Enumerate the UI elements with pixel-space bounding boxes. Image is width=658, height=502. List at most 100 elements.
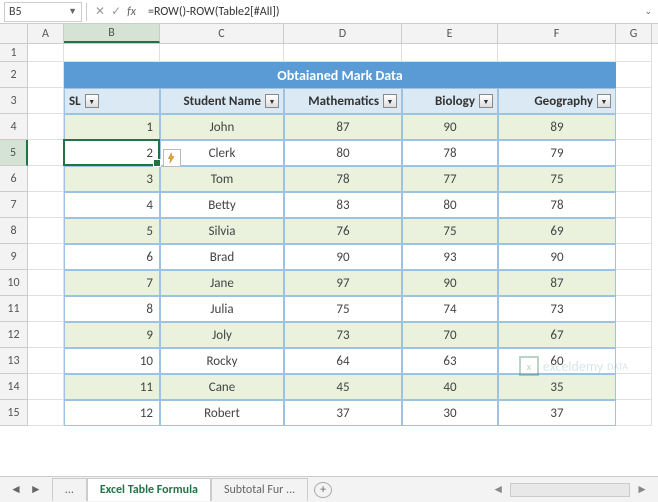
cell-A1[interactable] (28, 44, 64, 62)
cell-sl-11[interactable]: 8 (64, 296, 160, 322)
cell-G11[interactable] (616, 296, 652, 322)
row-header-7[interactable]: 7 (0, 192, 28, 218)
row-header-12[interactable]: 12 (0, 322, 28, 348)
cell-A15[interactable] (28, 400, 64, 426)
cell-bio-5[interactable]: 78 (402, 140, 498, 166)
cell-bio-6[interactable]: 77 (402, 166, 498, 192)
cell-G1[interactable] (616, 44, 652, 62)
col-header-G[interactable]: G (616, 24, 652, 43)
cell-B1[interactable] (64, 44, 160, 62)
cell-sl-5[interactable]: 2 (64, 140, 160, 166)
sheet-tab-other[interactable]: Subtotal Fur ... (211, 478, 308, 501)
col-header-B[interactable]: B (64, 24, 160, 43)
filter-dropdown-icon[interactable]: ▼ (597, 94, 611, 108)
row-header-13[interactable]: 13 (0, 348, 28, 374)
row-header-8[interactable]: 8 (0, 218, 28, 244)
cell-math-8[interactable]: 76 (284, 218, 402, 244)
cell-geo-11[interactable]: 73 (498, 296, 616, 322)
cell-A3[interactable] (28, 88, 64, 114)
select-all-corner[interactable] (0, 24, 28, 43)
cell-E1[interactable] (402, 44, 498, 62)
row-header-1[interactable]: 1 (0, 44, 28, 62)
cell-G6[interactable] (616, 166, 652, 192)
cell-name-6[interactable]: Tom (160, 166, 284, 192)
cell-geo-7[interactable]: 78 (498, 192, 616, 218)
tab-nav-next-icon[interactable]: ► (30, 482, 42, 497)
scroll-right-icon[interactable]: ► (636, 482, 648, 497)
fx-icon[interactable]: fx (127, 5, 136, 19)
cell-geo-6[interactable]: 75 (498, 166, 616, 192)
tab-ellipsis[interactable]: ... (52, 478, 87, 501)
cell-geo-14[interactable]: 35 (498, 374, 616, 400)
cell-math-9[interactable]: 90 (284, 244, 402, 270)
cell-A9[interactable] (28, 244, 64, 270)
cell-math-6[interactable]: 78 (284, 166, 402, 192)
col-header-C[interactable]: C (160, 24, 284, 43)
cell-A13[interactable] (28, 348, 64, 374)
cell-A6[interactable] (28, 166, 64, 192)
cell-name-11[interactable]: Julia (160, 296, 284, 322)
cell-G9[interactable] (616, 244, 652, 270)
cell-math-10[interactable]: 97 (284, 270, 402, 296)
name-box-dropdown-icon[interactable]: ▼ (68, 6, 77, 17)
cell-G13[interactable] (616, 348, 652, 374)
cell-math-15[interactable]: 37 (284, 400, 402, 426)
row-header-9[interactable]: 9 (0, 244, 28, 270)
row-header-4[interactable]: 4 (0, 114, 28, 140)
table-header-sl[interactable]: SL▼ (64, 88, 160, 114)
row-header-15[interactable]: 15 (0, 400, 28, 426)
cell-G3[interactable] (616, 88, 652, 114)
cell-name-9[interactable]: Brad (160, 244, 284, 270)
cell-name-14[interactable]: Cane (160, 374, 284, 400)
cell-bio-9[interactable]: 93 (402, 244, 498, 270)
cell-G5[interactable] (616, 140, 652, 166)
cell-name-13[interactable]: Rocky (160, 348, 284, 374)
cell-math-13[interactable]: 64 (284, 348, 402, 374)
cell-geo-12[interactable]: 67 (498, 322, 616, 348)
cell-bio-4[interactable]: 90 (402, 114, 498, 140)
table-header-biology[interactable]: Biology▼ (402, 88, 498, 114)
table-header-student-name[interactable]: Student Name▼ (160, 88, 284, 114)
cell-bio-11[interactable]: 74 (402, 296, 498, 322)
cell-bio-14[interactable]: 40 (402, 374, 498, 400)
expand-formula-bar-icon[interactable]: ⌄ (638, 6, 658, 17)
enter-icon[interactable]: ✓ (111, 4, 121, 19)
name-box[interactable]: B5 ▼ (4, 2, 82, 22)
cell-math-14[interactable]: 45 (284, 374, 402, 400)
cell-sl-9[interactable]: 6 (64, 244, 160, 270)
cell-geo-10[interactable]: 87 (498, 270, 616, 296)
cell-name-10[interactable]: Jane (160, 270, 284, 296)
cell-bio-13[interactable]: 63 (402, 348, 498, 374)
cell-A14[interactable] (28, 374, 64, 400)
cell-name-8[interactable]: Silvia (160, 218, 284, 244)
cell-sl-4[interactable]: 1 (64, 114, 160, 140)
cell-A12[interactable] (28, 322, 64, 348)
cell-name-12[interactable]: Joly (160, 322, 284, 348)
cell-G15[interactable] (616, 400, 652, 426)
sheet-tab-active[interactable]: Excel Table Formula (87, 478, 211, 501)
row-header-14[interactable]: 14 (0, 374, 28, 400)
cell-bio-10[interactable]: 90 (402, 270, 498, 296)
cell-name-15[interactable]: Robert (160, 400, 284, 426)
cell-A8[interactable] (28, 218, 64, 244)
cell-D1[interactable] (284, 44, 402, 62)
cell-sl-6[interactable]: 3 (64, 166, 160, 192)
cell-bio-12[interactable]: 70 (402, 322, 498, 348)
cell-sl-7[interactable]: 4 (64, 192, 160, 218)
col-header-A[interactable]: A (28, 24, 64, 43)
scroll-track[interactable] (510, 483, 630, 497)
col-header-F[interactable]: F (498, 24, 616, 43)
filter-dropdown-icon[interactable]: ▼ (383, 94, 397, 108)
cell-name-4[interactable]: John (160, 114, 284, 140)
col-header-D[interactable]: D (284, 24, 402, 43)
cell-C1[interactable] (160, 44, 284, 62)
cell-sl-15[interactable]: 12 (64, 400, 160, 426)
cell-name-7[interactable]: Betty (160, 192, 284, 218)
autofill-options-button[interactable] (163, 149, 181, 167)
filter-dropdown-icon[interactable]: ▼ (265, 94, 279, 108)
cell-bio-15[interactable]: 30 (402, 400, 498, 426)
cell-geo-15[interactable]: 37 (498, 400, 616, 426)
cell-math-11[interactable]: 75 (284, 296, 402, 322)
row-header-2[interactable]: 2 (0, 62, 28, 88)
cell-sl-10[interactable]: 7 (64, 270, 160, 296)
